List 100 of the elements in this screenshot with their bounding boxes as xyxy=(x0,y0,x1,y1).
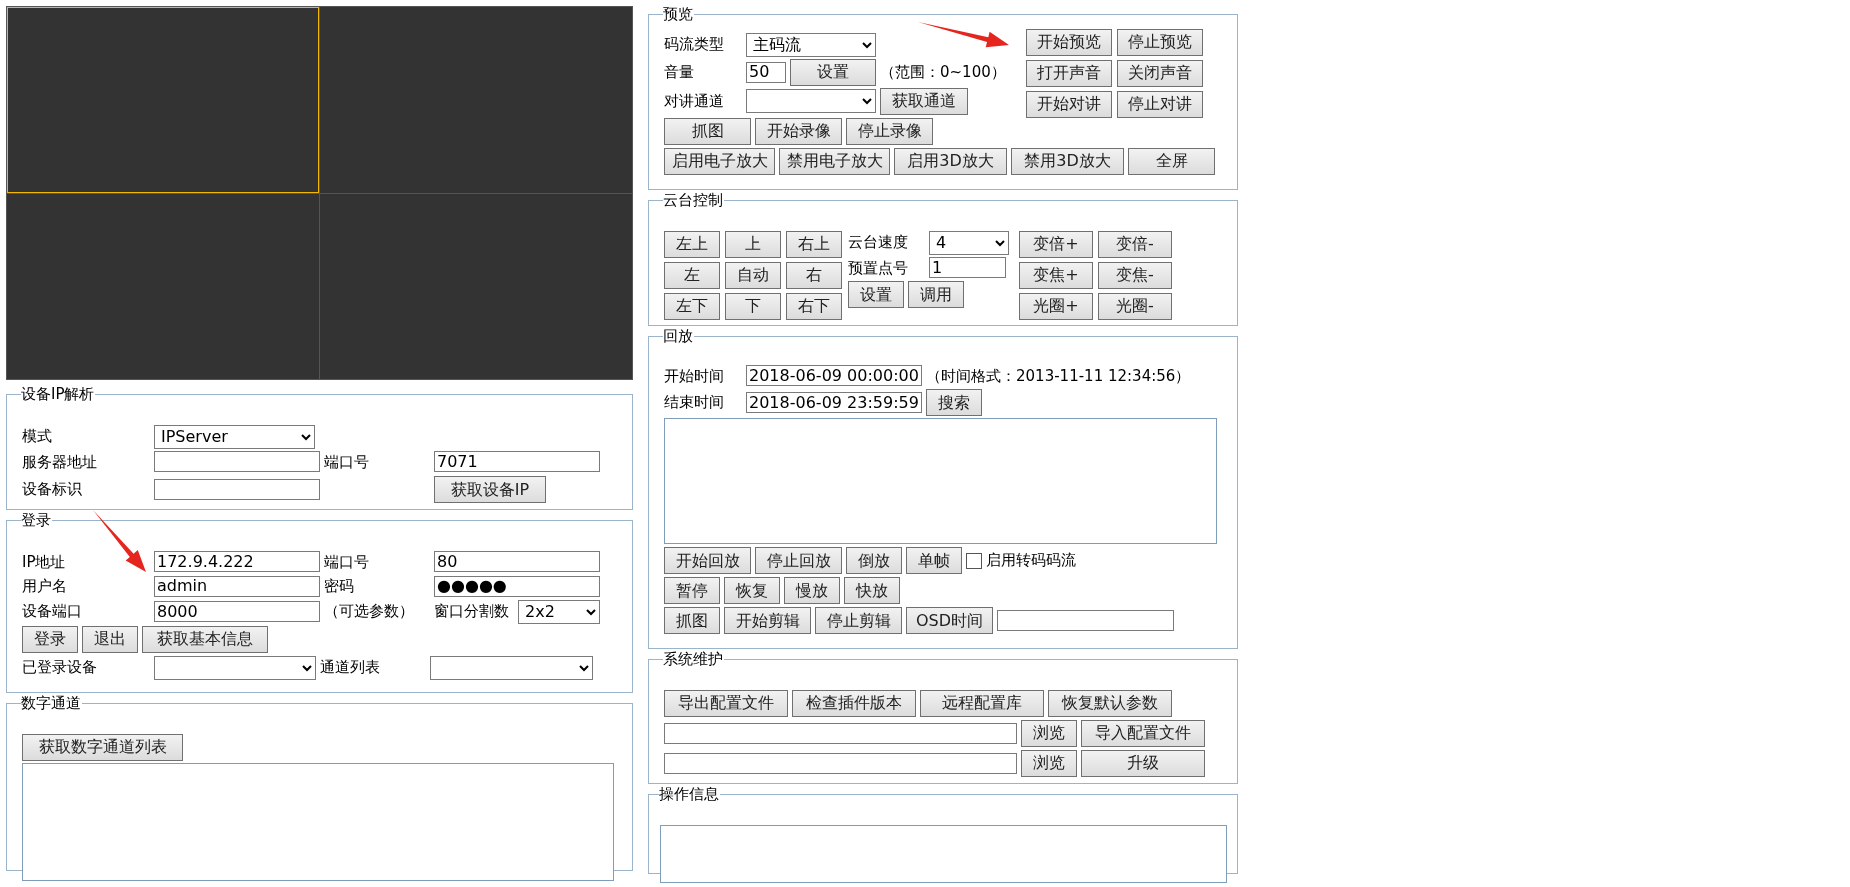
button[interactable]: 变焦+ xyxy=(1019,261,1093,289)
button[interactable]: 自动 xyxy=(725,261,781,289)
button[interactable]: 右下 xyxy=(786,292,842,320)
button[interactable]: 全屏 xyxy=(1128,147,1215,175)
button[interactable]: 光圈- xyxy=(1098,292,1172,320)
button[interactable]: 快放 xyxy=(844,577,900,604)
button[interactable]: 倒放 xyxy=(846,547,902,574)
button[interactable]: 抓图 xyxy=(664,117,751,145)
button[interactable]: 右上 xyxy=(786,230,842,258)
hint-text: （可选参数） xyxy=(324,601,415,623)
text-field[interactable]: 2018-06-09 00:00:00 xyxy=(746,365,922,387)
button[interactable]: 左上 xyxy=(664,230,720,258)
field-label: 码流类型 xyxy=(664,34,725,56)
button[interactable]: 左下 xyxy=(664,292,720,320)
button[interactable]: 浏览 xyxy=(1021,719,1077,747)
group-title: 回放 xyxy=(663,328,694,345)
field-label: 密码 xyxy=(324,576,355,597)
field-label: 模式 xyxy=(22,426,53,448)
button[interactable]: 停止剪辑 xyxy=(815,607,902,634)
group-title: 设备IP解析 xyxy=(21,386,96,403)
button[interactable]: 禁用3D放大 xyxy=(1011,147,1124,175)
checkbox-label: 启用转码码流 xyxy=(986,550,1076,572)
button[interactable]: OSD时间 xyxy=(906,607,993,634)
button[interactable]: 开始对讲 xyxy=(1026,90,1112,118)
button[interactable]: 左 xyxy=(664,261,720,289)
button[interactable]: 远程配置库 xyxy=(920,689,1044,717)
field-label: 窗口分割数 xyxy=(434,601,510,623)
button[interactable]: 开始回放 xyxy=(664,547,751,574)
dropdown[interactable]: 4 xyxy=(929,230,1009,255)
text-field[interactable]: 80 xyxy=(434,551,600,573)
button[interactable]: 上 xyxy=(725,230,781,258)
field-label: 设备标识 xyxy=(22,479,83,501)
field-label: 对讲通道 xyxy=(664,90,725,112)
button[interactable]: 恢复 xyxy=(724,577,780,604)
button[interactable]: 启用3D放大 xyxy=(894,147,1007,175)
hint-text: （范围：0~100） xyxy=(880,61,1006,83)
button[interactable]: 导出配置文件 xyxy=(664,689,788,717)
dropdown[interactable]: 主码流 xyxy=(746,32,876,57)
text-field[interactable]: 2018-06-09 23:59:59 xyxy=(746,392,922,413)
button[interactable]: 开始预览 xyxy=(1026,28,1112,56)
group-title: 操作信息 xyxy=(659,786,720,803)
field-label: 用户名 xyxy=(22,576,68,597)
group-title: 云台控制 xyxy=(663,192,724,209)
text-field[interactable]: 50 xyxy=(746,61,786,83)
group-title: 系统维护 xyxy=(663,651,724,668)
button[interactable]: 获取数字通道列表 xyxy=(22,733,183,761)
field-label: 开始时间 xyxy=(664,365,725,387)
group-title: 预览 xyxy=(663,6,694,23)
button[interactable]: 变焦- xyxy=(1098,261,1172,289)
button[interactable]: 退出 xyxy=(82,625,138,653)
password-field[interactable]: ●●●●● xyxy=(434,575,600,597)
group-title: 登录 xyxy=(21,512,52,529)
button[interactable]: 开始剪辑 xyxy=(724,607,811,634)
button[interactable]: 暂停 xyxy=(664,577,720,604)
button[interactable]: 搜索 xyxy=(926,389,982,416)
button[interactable]: 关闭声音 xyxy=(1117,59,1203,87)
button[interactable]: 登录 xyxy=(22,625,78,653)
button[interactable]: 停止录像 xyxy=(846,117,933,145)
button[interactable]: 开始录像 xyxy=(755,117,842,145)
button[interactable]: 慢放 xyxy=(784,577,840,604)
button[interactable]: 设置 xyxy=(790,58,876,86)
button[interactable]: 检查插件版本 xyxy=(792,689,916,717)
button[interactable]: 停止对讲 xyxy=(1117,90,1203,118)
button[interactable]: 调用 xyxy=(908,281,964,308)
text-field[interactable]: 7071 xyxy=(434,451,600,473)
button[interactable]: 禁用电子放大 xyxy=(779,147,890,175)
button[interactable]: 光圈+ xyxy=(1019,292,1093,320)
field-label: 服务器地址 xyxy=(22,451,98,473)
button[interactable]: 浏览 xyxy=(1021,749,1077,777)
button[interactable]: 恢复默认参数 xyxy=(1048,689,1172,717)
button[interactable]: 升级 xyxy=(1081,749,1205,777)
button[interactable]: 设置 xyxy=(848,281,904,308)
field-label: 通道列表 xyxy=(320,657,381,679)
button[interactable]: 右 xyxy=(786,261,842,289)
button[interactable]: 导入配置文件 xyxy=(1081,719,1205,747)
field-label: 音量 xyxy=(664,61,695,83)
text-field[interactable]: 172.9.4.222 xyxy=(154,551,320,573)
group-title: 数字通道 xyxy=(21,695,82,712)
field-label: 已登录设备 xyxy=(22,657,98,679)
hint-text: （时间格式：2013-11-11 12:34:56） xyxy=(926,365,1191,387)
button[interactable]: 启用电子放大 xyxy=(664,147,775,175)
button[interactable]: 抓图 xyxy=(664,607,720,634)
button[interactable]: 单帧 xyxy=(906,547,962,574)
button[interactable]: 打开声音 xyxy=(1026,59,1112,87)
field-label: IP地址 xyxy=(22,551,67,573)
dropdown[interactable]: 2x2 xyxy=(518,599,600,624)
button[interactable]: 变倍+ xyxy=(1019,230,1093,258)
button[interactable]: 获取基本信息 xyxy=(142,625,268,653)
text-field[interactable]: 1 xyxy=(929,257,1006,279)
button[interactable]: 下 xyxy=(725,292,781,320)
button[interactable]: 停止回放 xyxy=(755,547,842,574)
text-field[interactable]: admin xyxy=(154,575,320,597)
field-label: 预置点号 xyxy=(848,257,909,279)
button[interactable]: 停止预览 xyxy=(1117,28,1203,56)
dropdown[interactable]: IPServer xyxy=(154,424,315,449)
button[interactable]: 变倍- xyxy=(1098,230,1172,258)
button[interactable]: 获取通道 xyxy=(880,87,968,115)
text-field[interactable]: 8000 xyxy=(154,601,320,622)
field-label: 端口号 xyxy=(324,551,370,573)
button[interactable]: 获取设备IP xyxy=(434,476,546,503)
